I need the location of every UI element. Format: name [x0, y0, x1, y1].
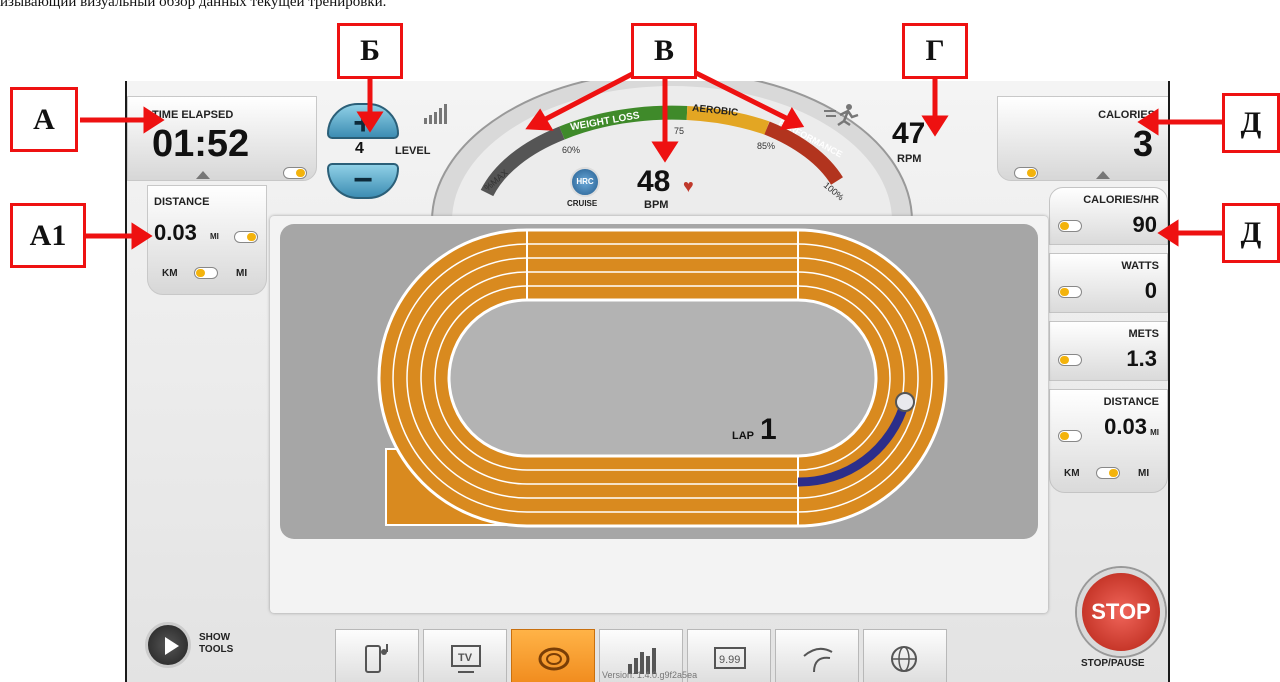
- callout-a1: А1: [10, 203, 86, 268]
- callout-v: В: [631, 23, 697, 79]
- callout-d1: Д: [1222, 93, 1280, 153]
- callout-b: Б: [337, 23, 403, 79]
- callout-arrows: [80, 67, 1222, 250]
- callout-g: Г: [902, 23, 968, 79]
- callout-a: А: [10, 87, 78, 152]
- callout-d2: Д: [1222, 203, 1280, 263]
